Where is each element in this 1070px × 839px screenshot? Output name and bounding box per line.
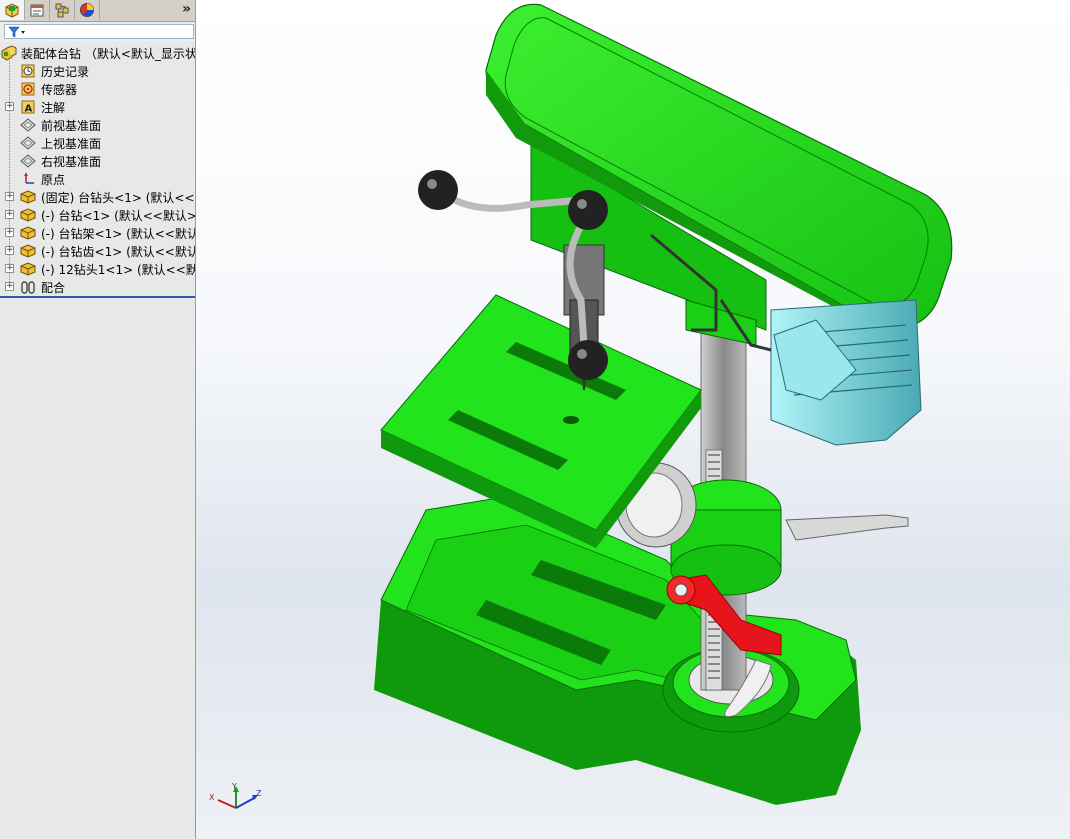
expand-toggle-icon[interactable]: + xyxy=(5,102,14,111)
tree-root[interactable]: 装配体台钻 （默认<默认_显示状 xyxy=(0,44,195,62)
part-icon xyxy=(20,189,36,205)
annotation-icon: A xyxy=(20,99,36,115)
drill-head xyxy=(485,3,953,346)
tree-item-label: (-) 台钻架<1> (默认<<默认 xyxy=(41,226,195,241)
tree-item-top-plane[interactable]: 上视基准面 xyxy=(0,134,195,152)
triad-y-label: Y xyxy=(231,782,237,791)
tree-item-origin[interactable]: 原点 xyxy=(0,170,195,188)
plane-icon xyxy=(20,153,36,169)
tree-item-label: (-) 12钻头1<1> (默认<<默认 xyxy=(41,262,195,277)
history-icon xyxy=(20,63,36,79)
feature-manager-icon xyxy=(5,3,19,18)
tree-item-label: 前视基准面 xyxy=(41,118,102,133)
tree-item-history[interactable]: 历史记录 xyxy=(0,62,195,80)
sensor-icon xyxy=(20,81,36,97)
expand-toggle-icon[interactable]: + xyxy=(5,282,14,291)
base-plate xyxy=(374,494,861,805)
tree-end-divider xyxy=(0,296,195,298)
plane-icon xyxy=(20,117,36,133)
mates-icon xyxy=(20,279,36,295)
tree-item-label: 传感器 xyxy=(41,82,78,97)
tab-feature-manager[interactable] xyxy=(0,0,25,20)
tree-item-label: (-) 台钻齿<1> (默认<<默认 xyxy=(41,244,195,259)
panel-tab-bar: » xyxy=(0,0,195,22)
part-icon xyxy=(20,243,36,259)
assembly-icon xyxy=(1,45,17,61)
tree-item-component-gear[interactable]: + (-) 台钻齿<1> (默认<<默认 xyxy=(0,242,195,260)
filter-funnel-icon[interactable] xyxy=(8,26,28,38)
tab-display-manager[interactable] xyxy=(75,0,100,20)
tree-item-mates[interactable]: + 配合 xyxy=(0,278,195,296)
plane-icon xyxy=(20,135,36,151)
tree-item-label: 配合 xyxy=(41,280,66,295)
tree-item-label: 上视基准面 xyxy=(41,136,102,151)
tree-item-label: (-) 台钻<1> (默认<<默认>_ xyxy=(41,208,195,223)
graphics-viewport[interactable]: Y X Z xyxy=(196,0,1070,839)
tree-item-component-frame[interactable]: + (-) 台钻架<1> (默认<<默认 xyxy=(0,224,195,242)
tree-item-component-drill[interactable]: + (-) 台钻<1> (默认<<默认>_ xyxy=(0,206,195,224)
expand-toggle-icon[interactable]: + xyxy=(5,264,14,273)
tree-item-front-plane[interactable]: 前视基准面 xyxy=(0,116,195,134)
expand-toggle-icon[interactable]: + xyxy=(5,192,14,201)
part-icon xyxy=(20,225,36,241)
motor xyxy=(770,299,922,446)
triad-z-label: Z xyxy=(256,789,262,798)
expand-toggle-icon[interactable]: + xyxy=(5,210,14,219)
filter-bar xyxy=(0,22,195,42)
property-manager-icon xyxy=(30,4,44,17)
tree-item-component-head[interactable]: + (固定) 台钻头<1> (默认<<默 xyxy=(0,188,195,206)
part-icon xyxy=(20,207,36,223)
part-icon xyxy=(20,261,36,277)
tree-item-label: (固定) 台钻头<1> (默认<<默 xyxy=(41,190,195,205)
tree-item-label: 注解 xyxy=(41,100,66,115)
configuration-manager-icon xyxy=(55,3,69,18)
tree-item-label: 历史记录 xyxy=(41,64,90,79)
origin-icon xyxy=(20,171,36,187)
svg-text:A: A xyxy=(25,104,33,115)
tree-item-annotations[interactable]: + A 注解 xyxy=(0,98,195,116)
feature-manager-panel: » 装配体台钻 （默认<默认_显示状 历史记录 传感器 + A 注解 前视基准面… xyxy=(0,0,196,839)
tree-root-label: 装配体台钻 （默认<默认_显示状 xyxy=(21,46,195,61)
tab-configuration-manager[interactable] xyxy=(50,0,75,20)
display-manager-icon xyxy=(80,3,94,17)
coordinate-triad-icon xyxy=(217,786,258,809)
tree-item-label: 原点 xyxy=(41,172,66,187)
triad-x-label: X xyxy=(209,793,215,802)
tree-item-component-bit[interactable]: + (-) 12钻头1<1> (默认<<默认 xyxy=(0,260,195,278)
more-tabs-chevron-icon[interactable]: » xyxy=(182,1,191,17)
expand-toggle-icon[interactable]: + xyxy=(5,228,14,237)
expand-toggle-icon[interactable]: + xyxy=(5,246,14,255)
filter-box[interactable] xyxy=(4,24,194,39)
tree-item-right-plane[interactable]: 右视基准面 xyxy=(0,152,195,170)
tab-property-manager[interactable] xyxy=(25,0,50,20)
tree-item-label: 右视基准面 xyxy=(41,154,102,169)
drill-press-model: Y X Z xyxy=(209,3,953,809)
tree-item-sensors[interactable]: 传感器 xyxy=(0,80,195,98)
